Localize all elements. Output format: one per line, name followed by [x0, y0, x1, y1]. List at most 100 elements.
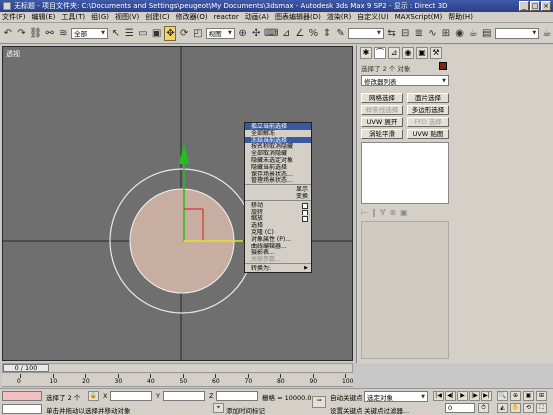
utilities-tab-icon[interactable]: ⚒	[430, 47, 442, 59]
material-editor-icon[interactable]: ◉	[454, 26, 466, 41]
modifier-button[interactable]: 网格选择	[361, 93, 403, 103]
time-slider-knob[interactable]: 0 / 100	[3, 364, 49, 372]
menu-graph-editors[interactable]: 图表编辑器(D)	[275, 12, 321, 22]
manipulate-icon[interactable]: ✣	[250, 26, 262, 41]
menu-reactor[interactable]: reactor	[214, 13, 239, 21]
schematic-view-icon[interactable]: ⊞	[440, 26, 452, 41]
add-time-tag-icon[interactable]: ⌖	[213, 403, 224, 413]
quad-menu-item[interactable]: 曲线编辑器...	[245, 243, 311, 250]
quad-menu-item[interactable]: 全部解冻	[245, 130, 311, 137]
go-to-start-icon[interactable]: |◀	[433, 391, 444, 401]
minimize-button[interactable]: _	[519, 1, 529, 11]
key-filter-dropdown[interactable]: 选定对象 ▼	[364, 391, 428, 402]
selection-filter-dropdown[interactable]: 全部 ▼	[71, 27, 109, 39]
quad-menu-item[interactable]: 保存场景状态...	[245, 171, 311, 178]
select-and-rotate-icon[interactable]: ⟳	[178, 26, 190, 41]
next-frame-icon[interactable]: |▶	[469, 391, 480, 401]
field-of-view-icon[interactable]: ◭	[497, 403, 508, 413]
quad-menu-item[interactable]: 按名称取消隐藏	[245, 143, 311, 150]
quad-menu-item[interactable]: 对象属性 (P)...	[245, 236, 311, 243]
set-key-button[interactable]: 设置关键点	[330, 405, 363, 415]
hierarchy-tab-icon[interactable]: ⊿	[388, 47, 400, 59]
object-color-swatch[interactable]	[439, 62, 447, 70]
select-and-move-icon[interactable]: ✥	[164, 25, 177, 41]
render-frame-icon[interactable]: ▤	[481, 26, 493, 41]
quad-menu-item[interactable]: 管理场景状态...	[245, 177, 311, 184]
bind-space-warp-icon[interactable]: ≋	[57, 26, 69, 41]
quick-render-icon[interactable]: ☕	[541, 26, 553, 41]
quad-menu-item[interactable]: 孤立当前选择	[245, 123, 311, 130]
menu-customize[interactable]: 自定义(U)	[357, 12, 389, 22]
previous-frame-icon[interactable]: ◀|	[445, 391, 456, 401]
quad-menu-item[interactable]: 旋转	[245, 209, 311, 216]
unlink-icon[interactable]: ⚯	[44, 26, 56, 41]
go-to-end-icon[interactable]: ▶|	[481, 391, 492, 401]
quad-menu-item[interactable]: 缩放	[245, 215, 311, 223]
show-end-result-icon[interactable]: ‖	[372, 208, 376, 217]
quad-menu-item[interactable]: 克隆 (C)	[245, 229, 311, 236]
configure-modifier-sets-icon[interactable]: ▣	[400, 208, 408, 217]
keyboard-shortcut-icon[interactable]: ⌨	[264, 26, 278, 41]
quad-menu-item[interactable]: 冻结当前选择	[245, 136, 311, 144]
quad-menu-item[interactable]: 隐藏未选定对象	[245, 157, 311, 164]
display-tab-icon[interactable]: ▣	[416, 47, 428, 59]
zoom-extents-all-icon[interactable]: ⊞	[536, 391, 547, 401]
render-setup-icon[interactable]: ☕	[467, 26, 479, 41]
layer-manager-icon[interactable]: ≣	[413, 26, 425, 41]
time-slider[interactable]: 0 / 100	[2, 363, 353, 373]
quad-menu-item[interactable]: 移动	[245, 202, 311, 209]
curve-editor-icon[interactable]: ∿	[427, 26, 439, 41]
menu-group[interactable]: 组(G)	[91, 12, 109, 22]
select-object-icon[interactable]: ↖	[110, 26, 122, 41]
quad-menu-item[interactable]: 显示	[245, 186, 311, 193]
z-coord-field[interactable]	[216, 391, 258, 401]
ref-coord-dropdown[interactable]: 视图 ▼	[205, 27, 235, 39]
menu-file[interactable]: 文件(F)	[2, 12, 26, 22]
quad-menu-item[interactable]: 全部取消隐藏	[245, 150, 311, 157]
render-type-dropdown[interactable]: ▼	[494, 27, 540, 39]
modifier-stack[interactable]	[361, 142, 449, 204]
maxscript-mini-listener[interactable]	[2, 404, 42, 414]
key-filters-button[interactable]: 关键点过滤器...	[364, 405, 409, 415]
set-key-icon[interactable]: ⊸	[312, 396, 326, 408]
menu-views[interactable]: 视图(V)	[115, 12, 139, 22]
undo-icon[interactable]: ↶	[2, 26, 14, 41]
spinner-snap-icon[interactable]: ⇕	[321, 26, 333, 41]
menu-tools[interactable]: 工具(T)	[61, 12, 85, 22]
redo-icon[interactable]: ↷	[16, 26, 28, 41]
angle-snap-icon[interactable]: ∠	[294, 26, 306, 41]
menu-modifiers[interactable]: 修改器(O)	[176, 12, 208, 22]
motion-tab-icon[interactable]: ◉	[402, 47, 414, 59]
make-unique-icon[interactable]: ∀	[380, 208, 385, 217]
maximize-viewport-icon[interactable]: ⛶	[536, 403, 547, 413]
create-tab-icon[interactable]: ✱	[360, 47, 372, 59]
zoom-all-icon[interactable]: ⊕	[510, 391, 521, 401]
percent-snap-icon[interactable]: %	[308, 26, 320, 41]
play-icon[interactable]: ▶	[457, 391, 468, 401]
quad-menu-item[interactable]: 转换为: ▶	[245, 265, 311, 272]
select-and-scale-icon[interactable]: ◰	[192, 26, 204, 41]
mirror-icon[interactable]: ⇆	[386, 26, 398, 41]
y-coord-field[interactable]	[163, 391, 205, 401]
auto-key-button[interactable]: 自动关键点	[330, 392, 363, 402]
quad-menu-item[interactable]: 摄影表...	[245, 249, 311, 256]
quad-menu-item[interactable]: 隐藏当前选择	[245, 164, 311, 171]
menu-edit[interactable]: 编辑(E)	[32, 12, 56, 22]
menu-help[interactable]: 帮助(H)	[448, 12, 473, 22]
orbit-icon[interactable]: ⟲	[523, 403, 534, 413]
modifier-button[interactable]: 涡轮平滑	[361, 129, 403, 139]
modifier-list-dropdown[interactable]: 修改器列表 ▼	[361, 75, 449, 86]
time-config-icon[interactable]: ⏱	[478, 403, 489, 413]
zoom-extents-icon[interactable]: ▣	[523, 391, 534, 401]
window-crossing-icon[interactable]: ▣	[151, 26, 163, 41]
modifier-button[interactable]: UVW 贴图	[407, 129, 449, 139]
x-coord-field[interactable]	[110, 391, 152, 401]
modify-tab-icon[interactable]: ⌒	[374, 47, 386, 59]
pivot-center-icon[interactable]: ⊕	[237, 26, 249, 41]
menu-animation[interactable]: 动画(A)	[245, 12, 269, 22]
pin-stack-icon[interactable]: ⊢	[361, 208, 368, 217]
current-frame-field[interactable]: 0	[445, 403, 475, 413]
remove-modifier-icon[interactable]: ⊗	[389, 208, 396, 217]
add-time-tag[interactable]: 添加时间标记	[226, 405, 265, 415]
named-selection-icon[interactable]: ✎	[335, 26, 347, 41]
